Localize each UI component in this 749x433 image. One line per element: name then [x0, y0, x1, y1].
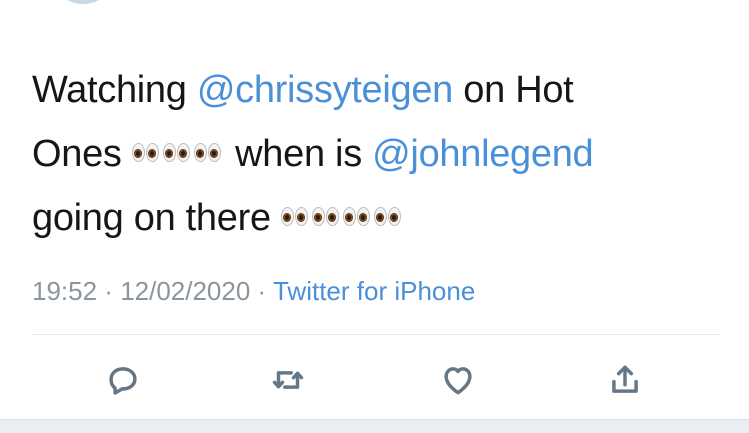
heart-icon [444, 367, 472, 395]
eyes-emoji-group [281, 207, 405, 227]
eyes-emoji [131, 143, 159, 163]
share-button[interactable] [603, 358, 647, 402]
tweet-text: Watching @chrissyteigen on Hot Ones when… [32, 58, 732, 250]
eyes-emoji [193, 143, 221, 163]
bottom-bar [0, 419, 749, 433]
meta-separator: · [97, 276, 121, 306]
share-icon [612, 365, 638, 393]
tweet-time: 19:52 [32, 276, 98, 306]
tweet-actions [0, 358, 749, 402]
avatar[interactable] [55, 0, 111, 4]
tweet-text-segment: going on there [32, 197, 282, 239]
meta-separator: · [250, 276, 273, 306]
mention-chrissyteigen-link[interactable]: @chrissyteigen [197, 69, 453, 111]
eyes-emoji [343, 207, 371, 227]
tweet-line-3: going on there [32, 186, 732, 250]
mention-johnlegend-link[interactable]: @johnlegend [372, 133, 594, 175]
tweet-text-segment: Watching [32, 69, 197, 111]
eyes-emoji [162, 143, 190, 163]
tweet-date[interactable]: 12/02/2020 [120, 276, 250, 306]
reply-icon [109, 367, 137, 395]
tweet-text-segment: when is [224, 133, 373, 175]
tweet-line-2: Ones when is @johnlegend [32, 122, 732, 186]
retweet-button[interactable] [266, 358, 310, 402]
reply-button[interactable] [101, 358, 145, 402]
eyes-emoji [374, 207, 402, 227]
tweet-source-link[interactable]: Twitter for iPhone [273, 276, 475, 306]
eyes-emoji [281, 207, 309, 227]
divider [32, 334, 719, 335]
like-button[interactable] [436, 358, 480, 402]
tweet-meta: 19:52 · 12/02/2020 · Twitter for iPhone [32, 276, 475, 307]
tweet-line-1: Watching @chrissyteigen on Hot [32, 58, 732, 122]
eyes-emoji [312, 207, 340, 227]
eyes-emoji-group [131, 143, 225, 163]
tweet-text-segment: on Hot [453, 69, 574, 111]
tweet-text-segment: Ones [32, 133, 132, 175]
retweet-icon [272, 371, 304, 389]
